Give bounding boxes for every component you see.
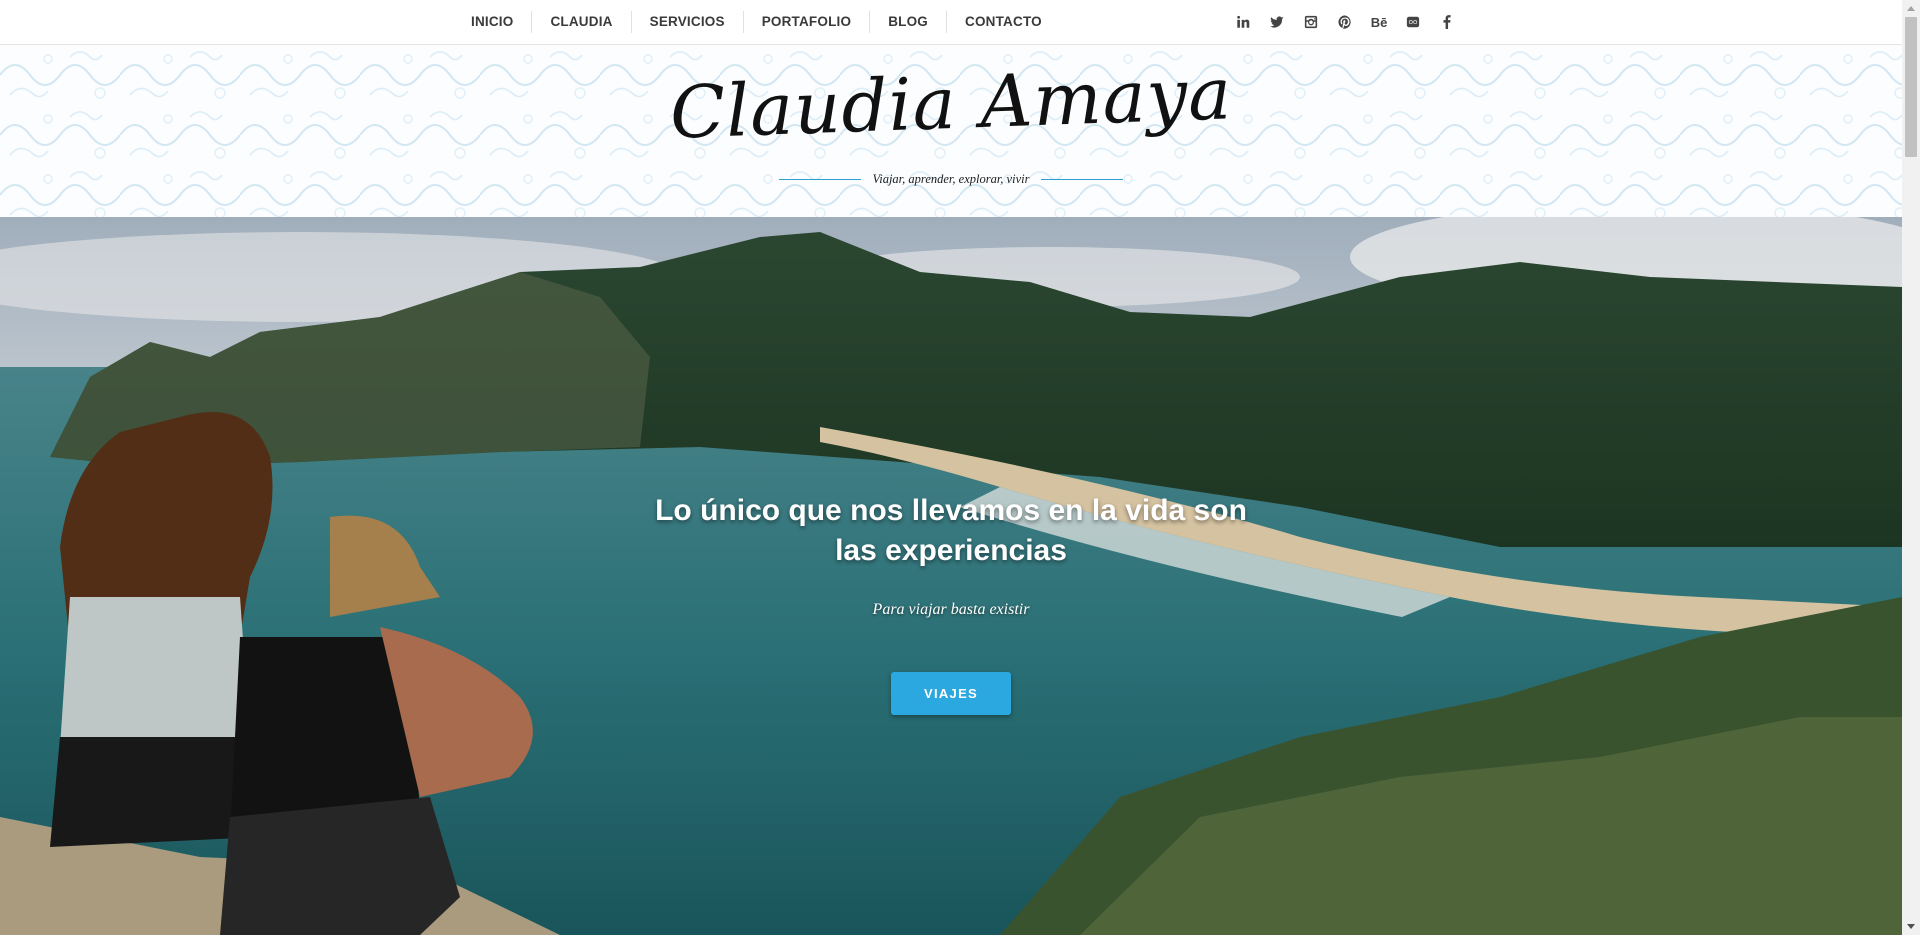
site-tagline: Viajar, aprender, explorar, vivir xyxy=(872,171,1030,186)
hero-subtitle: Para viajar basta existir xyxy=(872,601,1030,618)
pinterest-icon[interactable] xyxy=(1328,5,1362,39)
site-header: Claudia Amaya Viajar, aprender, explorar… xyxy=(0,45,1902,217)
tagline-divider-right xyxy=(1041,178,1124,180)
viajes-button[interactable]: VIAJES xyxy=(891,672,1011,715)
tagline-row: Viajar, aprender, explorar, vivir xyxy=(0,169,1902,189)
hero-background-photo xyxy=(0,217,1902,935)
tagline-divider-left xyxy=(778,178,861,180)
nav-item-servicios[interactable]: SERVICIOS xyxy=(630,11,743,33)
behance-icon-glyph: Bē xyxy=(1370,14,1388,30)
scroll-down-arrow-icon[interactable] xyxy=(1902,918,1920,935)
facebook-icon[interactable] xyxy=(1430,5,1464,39)
hero-section: Lo único que nos llevamos en la vida son… xyxy=(0,217,1902,935)
top-navigation-bar: INICIO CLAUDIA SERVICIOS PORTAFOLIO BLOG… xyxy=(0,0,1902,45)
linkedin-icon[interactable] xyxy=(1226,5,1260,39)
scroll-up-arrow-icon[interactable] xyxy=(1902,0,1920,17)
flickr-icon[interactable] xyxy=(1396,5,1430,39)
nav-item-inicio[interactable]: INICIO xyxy=(453,11,531,33)
hero-headline: Lo único que nos llevamos en la vida son… xyxy=(655,494,1247,567)
instagram-icon[interactable] xyxy=(1294,5,1328,39)
main-menu: INICIO CLAUDIA SERVICIOS PORTAFOLIO BLOG… xyxy=(453,0,1060,44)
nav-item-contacto[interactable]: CONTACTO xyxy=(946,11,1060,33)
page-scrollbar[interactable] xyxy=(1902,0,1920,935)
nav-item-blog[interactable]: BLOG xyxy=(869,11,946,33)
twitter-icon[interactable] xyxy=(1260,5,1294,39)
nav-item-portafolio[interactable]: PORTAFOLIO xyxy=(742,11,870,33)
nav-item-claudia[interactable]: CLAUDIA xyxy=(531,11,630,33)
social-links: Bē xyxy=(1226,0,1464,44)
scrollbar-thumb[interactable] xyxy=(1905,17,1917,157)
behance-icon[interactable]: Bē xyxy=(1362,5,1396,39)
